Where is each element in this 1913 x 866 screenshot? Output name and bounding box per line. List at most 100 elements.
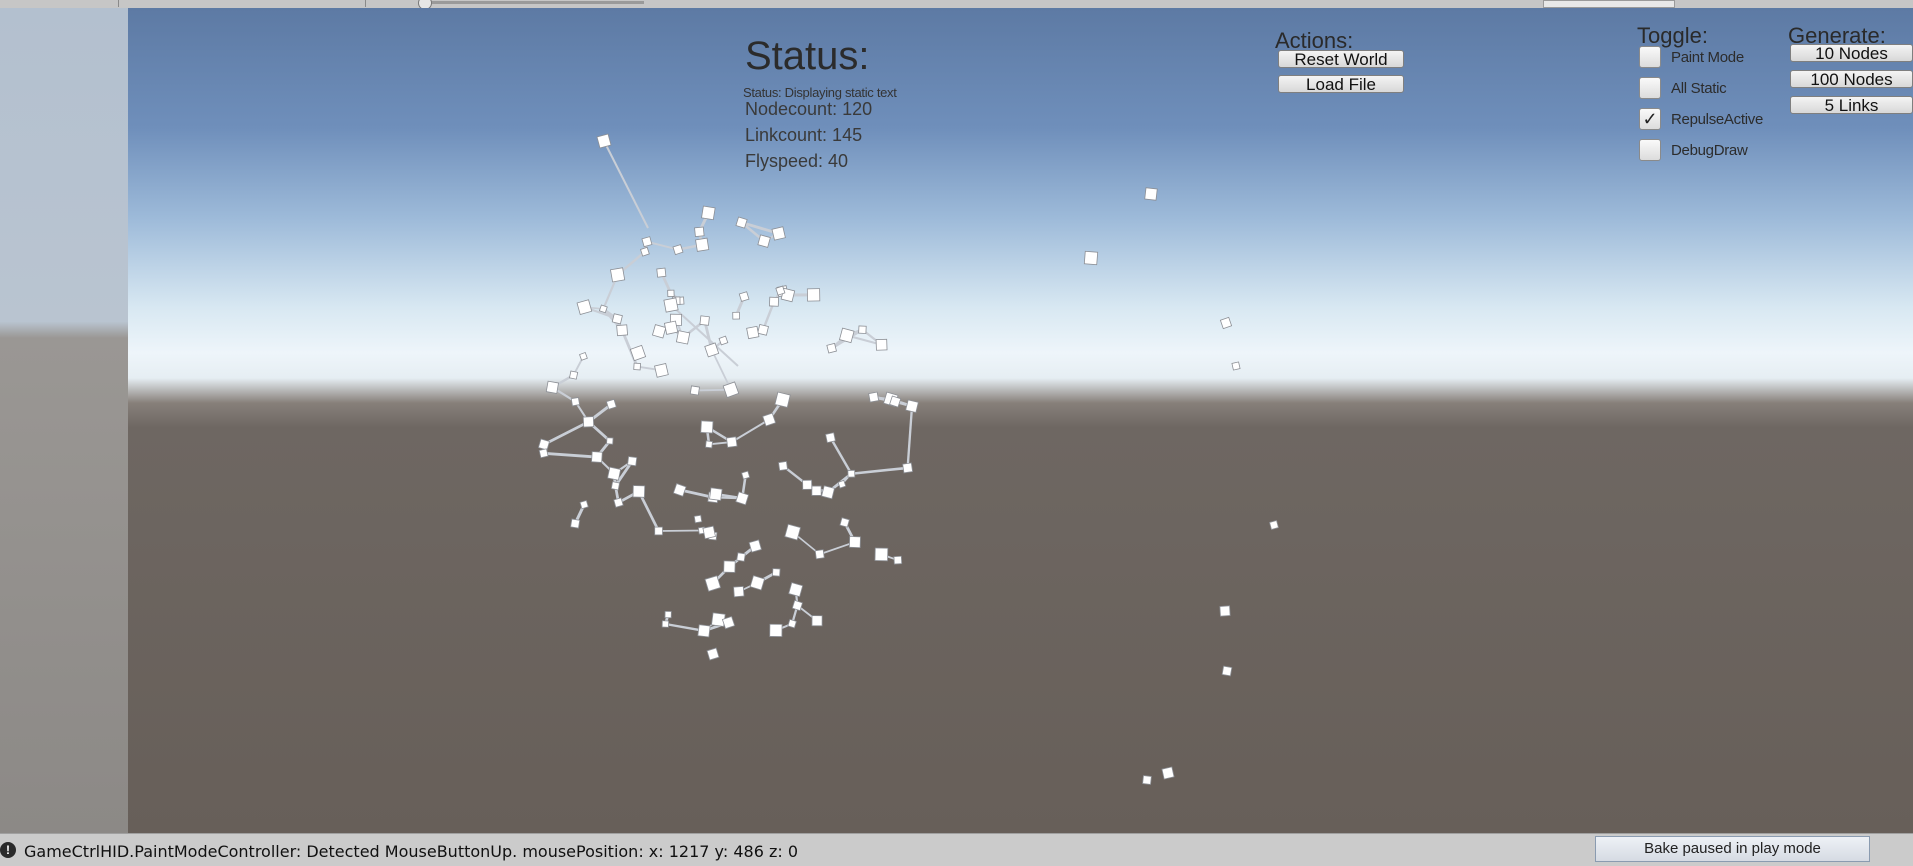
graph-node[interactable]: [723, 382, 739, 398]
graph-node[interactable]: [668, 290, 674, 296]
graph-node[interactable]: [739, 292, 749, 302]
graph-node[interactable]: [705, 441, 712, 448]
graph-node[interactable]: [539, 449, 548, 458]
debug-draw-checkbox[interactable]: [1639, 139, 1661, 161]
reset-world-button[interactable]: Reset World: [1278, 50, 1404, 68]
graph-node[interactable]: [826, 433, 836, 443]
graph-node[interactable]: [869, 392, 879, 402]
graph-node[interactable]: [703, 526, 716, 539]
console-status-bar[interactable]: ! GameCtrlHID.PaintModeController: Detec…: [0, 833, 1913, 866]
graph-node[interactable]: [633, 486, 645, 498]
graph-node[interactable]: [724, 561, 736, 573]
graph-node[interactable]: [906, 400, 919, 413]
console-message[interactable]: GameCtrlHID.PaintModeController: Detecte…: [24, 842, 798, 861]
load-file-button[interactable]: Load File: [1278, 75, 1404, 93]
graph-node[interactable]: [571, 397, 579, 405]
generate-5-links-button[interactable]: 5 Links: [1790, 96, 1913, 114]
graph-node[interactable]: [875, 548, 888, 561]
graph-node[interactable]: [642, 237, 652, 247]
generate-100-nodes-button[interactable]: 100 Nodes: [1790, 70, 1913, 88]
graph-node[interactable]: [772, 569, 780, 577]
graph-node[interactable]: [592, 452, 603, 463]
graph-node[interactable]: [673, 484, 686, 497]
graph-node[interactable]: [1084, 251, 1097, 264]
graph-node[interactable]: [1220, 606, 1230, 616]
graph-node[interactable]: [812, 616, 822, 626]
graph-node[interactable]: [673, 245, 683, 255]
graph-node[interactable]: [772, 227, 785, 240]
graph-node[interactable]: [840, 518, 849, 527]
graph-node[interactable]: [1145, 188, 1158, 201]
graph-node[interactable]: [1162, 767, 1174, 779]
graph-node[interactable]: [849, 537, 860, 548]
graph-node[interactable]: [655, 527, 663, 535]
graph-node[interactable]: [750, 576, 764, 590]
graph-node[interactable]: [583, 417, 593, 427]
graph-node[interactable]: [789, 583, 803, 597]
graph-node[interactable]: [617, 325, 628, 336]
graph-node[interactable]: [695, 227, 705, 237]
graph-node[interactable]: [657, 268, 666, 277]
graph-node[interactable]: [611, 482, 619, 490]
scale-slider-track[interactable]: [424, 1, 644, 4]
graph-node[interactable]: [1222, 666, 1232, 676]
graph-node[interactable]: [742, 471, 750, 479]
graph-node[interactable]: [807, 289, 819, 301]
graph-node[interactable]: [726, 437, 737, 448]
graph-node[interactable]: [690, 386, 699, 395]
graph-node[interactable]: [641, 247, 650, 256]
graph-node[interactable]: [634, 363, 641, 370]
game-view[interactable]: Status: Status: Displaying static text N…: [128, 8, 1913, 833]
graph-node[interactable]: [571, 519, 580, 528]
graph-node[interactable]: [1143, 776, 1152, 785]
graph-node[interactable]: [702, 206, 716, 220]
graph-node[interactable]: [580, 500, 588, 508]
graph-node[interactable]: [662, 621, 668, 627]
graph-node[interactable]: [614, 498, 623, 507]
graph-node[interactable]: [747, 326, 759, 338]
node-graph[interactable]: [128, 8, 1913, 833]
graph-node[interactable]: [733, 312, 740, 319]
graph-node[interactable]: [599, 305, 607, 313]
graph-node[interactable]: [610, 268, 624, 282]
graph-node[interactable]: [700, 316, 709, 325]
graph-node[interactable]: [698, 625, 710, 637]
graph-node[interactable]: [1270, 521, 1279, 530]
generate-10-nodes-button[interactable]: 10 Nodes: [1790, 44, 1913, 62]
paint-mode-checkbox[interactable]: [1639, 46, 1661, 68]
graph-node[interactable]: [737, 553, 746, 562]
graph-node[interactable]: [734, 586, 744, 596]
graph-node[interactable]: [694, 515, 701, 522]
toolbar-field[interactable]: [1543, 0, 1675, 8]
graph-node[interactable]: [607, 438, 614, 445]
graph-node[interactable]: [664, 298, 678, 312]
graph-node[interactable]: [665, 611, 671, 617]
graph-node[interactable]: [788, 619, 796, 627]
all-static-checkbox[interactable]: [1639, 77, 1661, 99]
toolbar-segment[interactable]: [0, 0, 119, 7]
toolbar-segment[interactable]: [119, 0, 366, 7]
graph-node[interactable]: [655, 363, 669, 377]
graph-node[interactable]: [848, 470, 855, 477]
graph-node[interactable]: [839, 328, 854, 343]
graph-node[interactable]: [827, 343, 837, 353]
graph-node[interactable]: [701, 421, 713, 433]
graph-node[interactable]: [815, 550, 824, 559]
graph-node[interactable]: [577, 300, 592, 315]
graph-node[interactable]: [569, 371, 577, 379]
graph-node[interactable]: [779, 461, 788, 470]
graph-node[interactable]: [785, 524, 801, 540]
graph-node[interactable]: [769, 297, 778, 306]
graph-node[interactable]: [608, 467, 621, 480]
graph-node[interactable]: [903, 463, 913, 473]
graph-node[interactable]: [876, 339, 887, 350]
graph-node[interactable]: [628, 457, 637, 466]
graph-node[interactable]: [859, 326, 867, 334]
graph-node[interactable]: [652, 325, 665, 338]
graph-node[interactable]: [770, 624, 782, 636]
graph-node[interactable]: [580, 352, 588, 360]
graph-node[interactable]: [1232, 362, 1240, 370]
graph-node[interactable]: [710, 488, 723, 501]
bake-status[interactable]: Bake paused in play mode: [1595, 836, 1870, 862]
repulse-active-checkbox[interactable]: ✓: [1639, 108, 1661, 130]
